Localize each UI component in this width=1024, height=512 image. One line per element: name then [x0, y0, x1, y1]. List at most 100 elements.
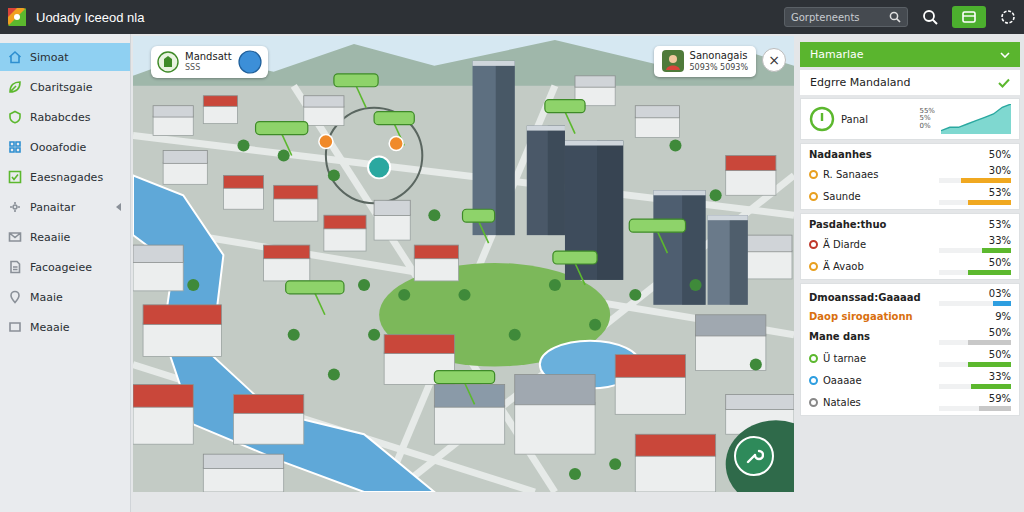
sidebar-item[interactable]: Simoat	[0, 43, 130, 71]
metric-row: Ä Avaob50%	[809, 255, 1011, 277]
marker[interactable]	[389, 137, 403, 151]
sidebar-item[interactable]: Reaaiie	[0, 223, 130, 251]
info-card[interactable]: MandsattSSS	[151, 46, 268, 78]
row-value: 53%	[989, 187, 1011, 199]
progress-fill	[979, 406, 1011, 411]
sidebar-item[interactable]: Rababcdes	[0, 103, 130, 131]
sidebar-item[interactable]: Meaaie	[0, 313, 130, 341]
sidebar-item[interactable]: Facoageiee	[0, 253, 130, 281]
sidebar-item[interactable]: Maaie	[0, 283, 130, 311]
progress-track	[939, 270, 1011, 275]
row-value: 50%	[989, 149, 1011, 161]
user-card[interactable]: Sanonagais5093% 5093%	[654, 46, 756, 77]
tools-button[interactable]	[734, 436, 774, 476]
row-label: R. Sanaaes	[823, 169, 934, 180]
close-button[interactable]: ×	[762, 48, 786, 72]
map-pin[interactable]	[553, 251, 597, 285]
row-label: Ä Avaob	[823, 261, 934, 272]
sidebar-item[interactable]: Oooafodie	[0, 133, 130, 161]
tree	[458, 289, 470, 301]
sidebar-item[interactable]: Panaitar	[0, 193, 130, 221]
group-title-row: Pasdahe:thuo53%	[809, 216, 1011, 233]
search-icon[interactable]	[922, 9, 938, 25]
leaf-icon	[8, 80, 22, 94]
add-button[interactable]	[952, 6, 986, 28]
metric-row: R. Sanaaes 30%	[809, 163, 1011, 185]
value-column: 50%	[939, 327, 1011, 345]
status-dot	[809, 398, 818, 407]
tree	[328, 369, 340, 381]
row-label: Ä Diarde	[823, 239, 934, 250]
value-column: 30%	[939, 165, 1011, 183]
progress-track	[939, 248, 1011, 253]
subheader-text: Edgrre Mandaland	[810, 76, 910, 89]
check-icon	[8, 170, 22, 184]
building	[203, 96, 237, 124]
panel-header[interactable]: Hamarlae	[800, 42, 1020, 67]
tree	[398, 289, 410, 301]
tree	[358, 279, 370, 291]
ground	[133, 36, 794, 492]
logo-icon	[8, 8, 26, 26]
map-pin[interactable]	[434, 371, 494, 405]
sidebar-item[interactable]: Cbaritsgaie	[0, 73, 130, 101]
map-pin[interactable]	[256, 122, 308, 156]
metric-row: Ü tarnae50%	[809, 347, 1011, 369]
value-column: 53%	[939, 187, 1011, 205]
row-value: 30%	[989, 165, 1011, 177]
map-pin[interactable]	[545, 100, 585, 134]
metric-row: Natales59%	[809, 391, 1011, 413]
building	[374, 200, 410, 240]
map-pin[interactable]	[462, 209, 494, 243]
map-canvas	[133, 36, 794, 492]
wrench-icon	[744, 446, 764, 466]
sidebar-item[interactable]: Eaesnagades	[0, 163, 130, 191]
globe-icon	[238, 50, 262, 74]
progress-fill	[982, 248, 1011, 253]
tree	[690, 279, 702, 291]
tree	[589, 319, 601, 331]
dome	[726, 420, 794, 492]
tree	[629, 289, 641, 301]
row-value: 50%	[989, 327, 1011, 339]
building-icon	[157, 51, 179, 73]
home-icon	[8, 50, 22, 64]
map-pin[interactable]	[334, 74, 378, 108]
tower	[653, 190, 705, 304]
map-pin[interactable]	[629, 219, 685, 253]
sidebar-label: Panaitar	[30, 201, 108, 214]
city-map[interactable]: MandsattSSS Sanonagais5093% 5093%×	[133, 36, 794, 492]
tree	[428, 209, 440, 221]
value-column: 03%	[939, 288, 1011, 306]
location-marker[interactable]	[368, 156, 390, 178]
settings-icon[interactable]	[1000, 9, 1016, 25]
doc-icon	[8, 260, 22, 274]
mail-icon	[8, 230, 22, 244]
content: SimoatCbaritsgaieRababcdesOooafodie Eaesn…	[0, 34, 1024, 512]
building	[414, 245, 458, 281]
avatar-icon	[662, 50, 684, 72]
building	[163, 150, 207, 184]
building	[635, 106, 679, 138]
info-title: Mandsatt	[185, 51, 232, 63]
sidebar-label: Eaesnagades	[30, 171, 122, 184]
building	[264, 245, 310, 281]
status-card: Panal55%5%0%	[800, 98, 1020, 140]
trend-chart	[941, 104, 1011, 134]
tower	[527, 126, 565, 236]
metric-row: Ä Diarde33%	[809, 233, 1011, 255]
tree	[710, 189, 722, 201]
group-bar-row: Mane dans50%	[809, 325, 1011, 347]
building	[143, 305, 221, 357]
sidebar: SimoatCbaritsgaieRababcdesOooafodie Eaesn…	[0, 34, 131, 512]
row-label: Ü tarnae	[823, 353, 934, 364]
pin-icon	[8, 290, 22, 304]
info-text: MandsattSSS	[185, 51, 232, 73]
progress-track	[939, 200, 1011, 205]
search-field[interactable]: Gorpteneents	[784, 7, 908, 27]
building	[515, 375, 595, 455]
map-pin[interactable]	[286, 281, 344, 315]
marker[interactable]	[319, 135, 333, 149]
row-label: Dmoanssad:Gaaaad	[809, 292, 934, 303]
sidebar-label: Reaaiie	[30, 231, 122, 244]
